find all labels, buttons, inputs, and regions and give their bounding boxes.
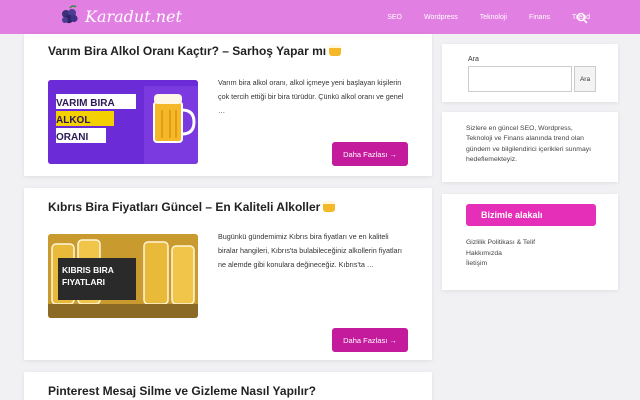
link-about[interactable]: Hakkımızda (466, 249, 535, 260)
post-excerpt: Varım bira alkol oranı, alkol içmeye yen… (218, 78, 404, 115)
beer-mug-icon (323, 201, 336, 212)
read-more-button[interactable]: Daha Fazlası → (332, 328, 408, 352)
post-card: Kıbrıs Bira Fiyatları Güncel – En Kalite… (24, 188, 432, 360)
logo-text: Karadut.net (85, 6, 182, 26)
post-excerpt: Bugünkü gündemimiz Kıbrıs bira fiyatları… (218, 232, 402, 269)
beer-mug-icon (329, 45, 342, 56)
thumb-line-3: ORANI (56, 132, 89, 143)
nav-item-seo[interactable]: SEO (387, 14, 402, 21)
post-card: Pinterest Mesaj Silme ve Gizleme Nasıl Y… (24, 372, 432, 400)
link-privacy[interactable]: Gizlilik Politikası & Telif (466, 238, 535, 249)
post-title[interactable]: Kıbrıs Bira Fiyatları Güncel – En Kalite… (48, 200, 336, 214)
post-thumbnail[interactable]: VARIM BIRA ALKOL ORANI (48, 80, 198, 164)
search-button[interactable]: Ara (574, 66, 596, 92)
thumb-line-1: VARIM BIRA (56, 98, 115, 109)
about-widget: Sizlere en güncel SEO, Wordpress, Teknol… (442, 112, 618, 182)
thumb-line-2: FIYATLARI (62, 277, 105, 287)
thumb-line-1: KIBRIS BIRA (62, 265, 114, 275)
search-label: Ara (468, 56, 479, 63)
search-icon[interactable] (576, 12, 588, 24)
nav-item-finans[interactable]: Finans (529, 14, 550, 21)
post-card: Varım Bira Alkol Oranı Kaçtır? – Sarhoş … (24, 34, 432, 176)
blackberry-logo-icon (62, 5, 78, 24)
site-logo[interactable]: Karadut.net (58, 4, 182, 28)
links-widget: Bizimle alakalı Gizlilik Politikası & Te… (442, 194, 618, 290)
links-list: Gizlilik Politikası & Telif Hakkımızda İ… (466, 238, 535, 270)
read-more-button[interactable]: Daha Fazlası → (332, 142, 408, 166)
link-contact[interactable]: İletişim (466, 259, 535, 270)
search-widget: Ara Ara (442, 44, 618, 102)
nav-item-wordpress[interactable]: Wordpress (424, 14, 458, 21)
post-thumbnail[interactable]: KIBRIS BIRA FIYATLARI (48, 234, 198, 318)
post-title[interactable]: Varım Bira Alkol Oranı Kaçtır? – Sarhoş … (48, 44, 342, 58)
nav-item-teknoloji[interactable]: Teknoloji (480, 14, 507, 21)
links-heading: Bizimle alakalı (466, 204, 596, 226)
post-title[interactable]: Pinterest Mesaj Silme ve Gizleme Nasıl Y… (48, 384, 316, 398)
search-input[interactable] (468, 66, 572, 92)
main-nav: SEO Wordpress Teknoloji Finans Trend (387, 0, 590, 34)
thumb-line-2: ALKOL (56, 115, 91, 126)
about-text: Sizlere en güncel SEO, Wordpress, Teknol… (466, 125, 592, 164)
site-header: Karadut.net SEO Wordpress Teknoloji Fina… (0, 0, 640, 34)
